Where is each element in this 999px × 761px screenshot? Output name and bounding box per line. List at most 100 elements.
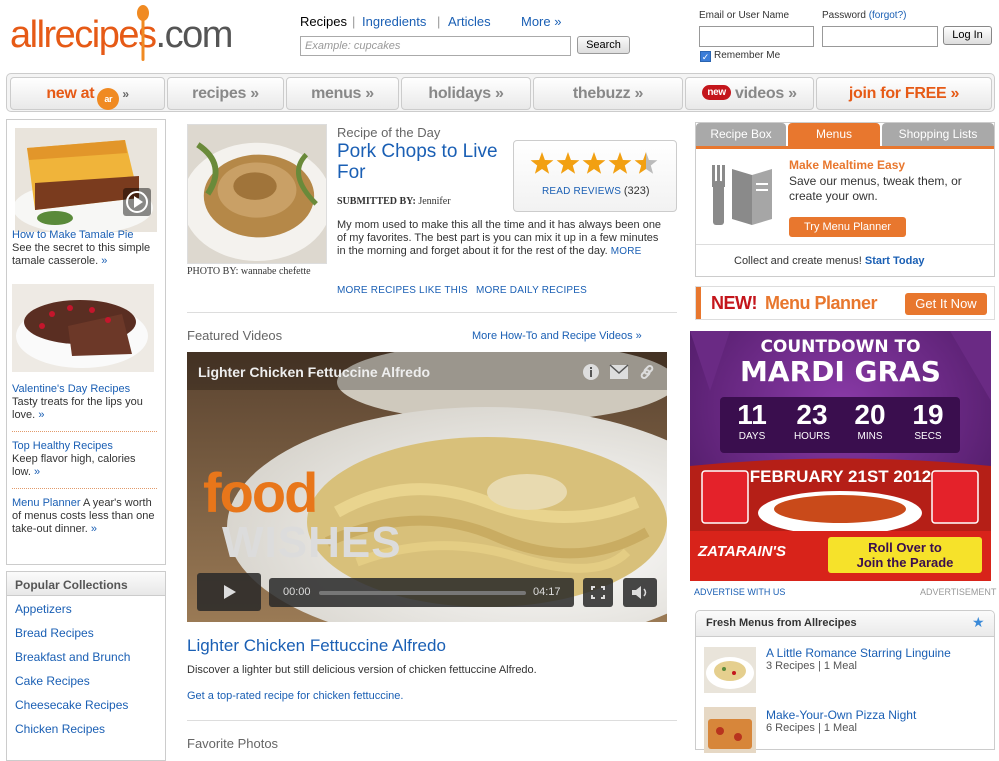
tab-menus[interactable]: Menus — [788, 123, 880, 146]
nav-new-at[interactable]: new at ar» — [10, 77, 165, 110]
more-daily-link[interactable]: MORE DAILY RECIPES — [476, 285, 587, 296]
rotd-description: My mom used to make this all the time an… — [337, 219, 662, 257]
featured-videos-heading: Featured Videos — [187, 328, 283, 343]
left-item-menu-planner[interactable]: Menu Planner A year's worth of menus cos… — [12, 497, 157, 536]
rating-star — [556, 152, 580, 174]
collection-appetizers[interactable]: Appetizers — [15, 602, 72, 616]
nav-recipes[interactable]: recipes » — [167, 77, 284, 110]
try-menu-planner-button[interactable]: Try Menu Planner — [789, 217, 906, 237]
video-title-link[interactable]: Lighter Chicken Fettuccine Alfredo — [187, 636, 446, 656]
ad-date: FEBRUARY 21ST 2012 — [749, 467, 932, 486]
pizza-image[interactable] — [704, 707, 756, 753]
banner-title: Menu Planner — [765, 293, 878, 313]
search-input[interactable]: Example: cupcakes — [300, 36, 571, 56]
remember-label: Remember Me — [714, 50, 781, 61]
rating-stars-icon — [530, 152, 658, 174]
new-badge: new — [702, 85, 731, 100]
divider — [187, 312, 677, 313]
nav-videos[interactable]: new videos » — [685, 77, 814, 110]
login-button[interactable]: Log In — [943, 26, 992, 45]
nav-join[interactable]: join for FREE » — [816, 77, 992, 110]
linguine-image[interactable] — [704, 647, 756, 693]
collection-cheesecake[interactable]: Cheesecake Recipes — [15, 698, 128, 712]
tab-shopping-lists[interactable]: Shopping Lists — [882, 123, 994, 146]
menu-planner-banner[interactable]: NEW! Menu Planner Get It Now — [695, 286, 995, 320]
ad-cta-button[interactable]: Roll Over to Join the Parade — [828, 537, 982, 573]
nav-menus[interactable]: menus » — [286, 77, 399, 110]
collection-breakfast[interactable]: Breakfast and Brunch — [15, 650, 130, 664]
info-icon[interactable] — [582, 363, 600, 381]
left-item-tamale[interactable]: How to Make Tamale Pie See the secret to … — [12, 229, 157, 268]
password-input[interactable] — [822, 26, 938, 47]
get-it-now-button[interactable]: Get It Now — [905, 293, 987, 315]
link-icon[interactable] — [638, 363, 656, 381]
ad-line2: MARDI GRAS — [740, 355, 941, 388]
more-videos-link[interactable]: More How-To and Recipe Videos » — [472, 330, 642, 342]
forgot-password-link[interactable]: (forgot?) — [869, 10, 907, 21]
video-cta-link[interactable]: Get a top-rated recipe for chicken fettu… — [187, 690, 403, 702]
popular-collections-title: Popular Collections — [7, 572, 165, 596]
seek-bar[interactable]: 00:00 04:17 — [269, 578, 574, 607]
video-player-title: Lighter Chicken Fettuccine Alfredo — [198, 364, 431, 380]
remember-checkbox[interactable]: ✓ — [700, 51, 711, 62]
fresh-item-title[interactable]: A Little Romance Starring Linguine — [766, 646, 951, 660]
valentine-cake-image[interactable] — [12, 284, 154, 372]
username-input[interactable] — [699, 26, 814, 47]
left-item-valentine[interactable]: Valentine's Day Recipes Tasty treats for … — [12, 383, 157, 422]
play-button[interactable] — [197, 573, 261, 611]
search-tab-articles[interactable]: Articles — [448, 14, 491, 29]
nav-thebuzz[interactable]: thebuzz » — [533, 77, 683, 110]
tab-divider: | — [437, 14, 441, 29]
left-item-healthy[interactable]: Top Healthy Recipes Keep flavor high, cal… — [12, 440, 157, 479]
mardi-gras-ad[interactable]: COUNTDOWN TO MARDI GRAS 11 DAYS 23 HOURS 2… — [690, 331, 991, 581]
rotd-title[interactable]: Pork Chops to Live For — [337, 141, 507, 183]
tab-footer: Collect and create menus! Start Today — [734, 255, 925, 267]
collection-cake[interactable]: Cake Recipes — [15, 674, 90, 688]
start-today-link[interactable]: Start Today — [865, 255, 925, 267]
collection-chicken[interactable]: Chicken Recipes — [15, 722, 105, 736]
divider — [12, 488, 157, 489]
search-tab-ingredients[interactable]: Ingredients — [362, 14, 426, 29]
video-description: Discover a lighter but still delicious v… — [187, 664, 537, 676]
banner-new: NEW! — [711, 293, 758, 313]
banner-accent — [696, 287, 701, 319]
fullscreen-button[interactable] — [583, 578, 613, 607]
fresh-item-title[interactable]: Make-Your-Own Pizza Night — [766, 708, 916, 722]
volume-button[interactable] — [623, 578, 657, 607]
remember-me[interactable]: ✓ Remember Me — [700, 50, 780, 62]
rotd-label: Recipe of the Day — [337, 125, 441, 140]
tamale-pie-image[interactable] — [15, 128, 157, 232]
rotd-image[interactable] — [187, 124, 327, 264]
site-logo[interactable]: allrecipes.com — [10, 2, 233, 64]
menu-planner-icon — [712, 165, 772, 225]
read-reviews[interactable]: READ REVIEWS (323) — [542, 185, 650, 197]
fresh-menus-title: Fresh Menus from Allrecipes — [706, 617, 857, 629]
more-like-this-link[interactable]: MORE RECIPES LIKE THIS — [337, 285, 468, 296]
password-label: Password (forgot?) — [822, 10, 907, 21]
search-tab-recipes[interactable]: Recipes — [300, 14, 347, 29]
divider — [187, 720, 677, 721]
favorite-photos-heading: Favorite Photos — [187, 736, 279, 751]
popular-collections: Popular Collections Appetizers Bread Rec… — [6, 571, 166, 761]
volume-icon — [632, 586, 647, 599]
star-icon[interactable]: ★ — [972, 614, 985, 631]
rating-star — [634, 152, 658, 174]
search-tab-more[interactable]: More » — [521, 14, 561, 29]
collection-bread[interactable]: Bread Recipes — [15, 626, 94, 640]
video-player[interactable]: Lighter Chicken Fettuccine Alfredo food … — [187, 352, 667, 622]
email-icon[interactable] — [609, 364, 629, 380]
advertise-link[interactable]: ADVERTISE WITH US — [694, 587, 785, 597]
tab-recipe-box[interactable]: Recipe Box — [696, 123, 786, 146]
fresh-item-meta: 6 Recipes | 1 Meal — [766, 722, 857, 734]
submitted-by: SUBMITTED BY: Jennifer — [337, 196, 451, 207]
progress-track[interactable] — [319, 591, 526, 595]
current-time: 00:00 — [283, 586, 311, 598]
rating-star — [530, 152, 554, 174]
play-icon — [224, 585, 236, 599]
nav-holidays[interactable]: holidays » — [401, 77, 531, 110]
advertisement-label: ADVERTISEMENT — [920, 587, 997, 597]
rotd-more-link[interactable]: MORE — [611, 246, 642, 257]
tools-tabs: Recipe Box Menus Shopping Lists Make Mea… — [695, 122, 995, 277]
tab-underline — [696, 146, 994, 149]
search-button[interactable]: Search — [577, 36, 630, 54]
